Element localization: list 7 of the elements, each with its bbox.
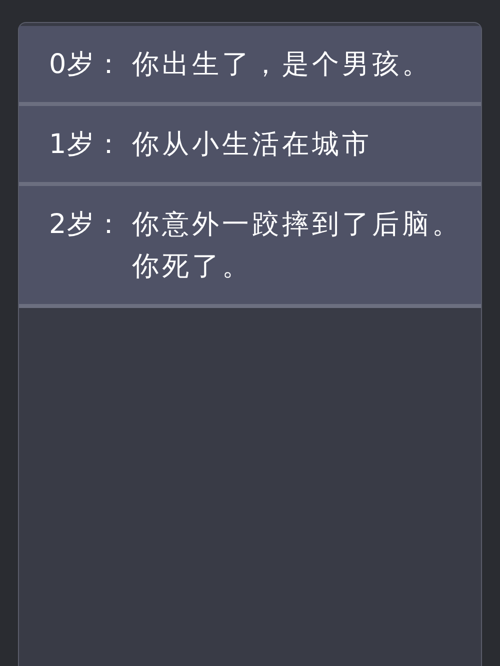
age-label: 2岁： xyxy=(49,208,124,242)
event-text: 你意外一跤摔到了后脑。 xyxy=(132,208,463,242)
age-label: 1岁： xyxy=(49,128,124,162)
age-label: 0岁： xyxy=(49,48,124,82)
event-text: 你死了。 xyxy=(132,250,253,284)
event-text: 你出生了，是个男孩。 xyxy=(132,48,433,82)
event-text: 你从小生活在城市 xyxy=(132,128,373,162)
